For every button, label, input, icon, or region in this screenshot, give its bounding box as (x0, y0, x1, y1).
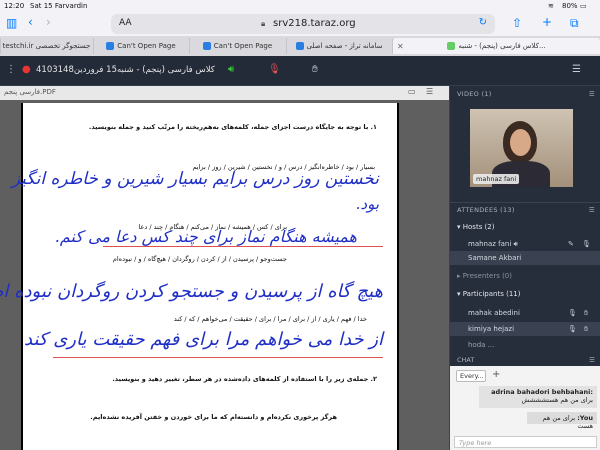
word-list-3: جست‌وجو / پرسیدن / از / کردن / روگردان /… (112, 255, 287, 263)
menu-icon[interactable]: ☰ (426, 87, 433, 96)
minimize-icon[interactable]: ▭ (408, 87, 416, 96)
message-text: برای من هم هستشششش (521, 396, 593, 404)
page-icon (447, 42, 456, 50)
pencil-icon: ✎ (568, 240, 574, 248)
page-icon (106, 42, 115, 50)
mic-icon: 🎙︎ (582, 240, 591, 248)
chat-message: adrina bahadori behbahani: برای من هم هس… (479, 386, 597, 408)
video-feed: mahnaz fani (470, 109, 573, 187)
participant-row[interactable]: mahak abedini 🎙︎ ✋︎ (450, 306, 600, 320)
tabs-overview-icon[interactable]: ⧉ (570, 16, 579, 31)
tab-cant-open-1[interactable]: Can't Open Page (93, 38, 188, 54)
menu-icon[interactable]: ☰ (589, 356, 595, 364)
message-sender: You: (577, 414, 593, 422)
sidebar-icon[interactable]: ▥ (6, 16, 17, 30)
presentation-bar: فارسی پنجم.PDF ▭ ☰ (0, 86, 449, 100)
chat-header: CHAT ☰ (450, 353, 600, 366)
presenters-group[interactable]: ▸ Presenters (0) (450, 270, 600, 283)
attendees-header: ATTENDEES (13) ☰ (457, 206, 595, 214)
speaker-icon: 🔊︎ (513, 240, 518, 248)
chat-message: You: برای من هم هست (527, 412, 597, 430)
wifi-icon: ≋ (548, 2, 554, 10)
close-tab-icon[interactable]: ✕ (397, 42, 404, 51)
mic-muted-icon[interactable]: 🎙︎ (268, 64, 281, 75)
host-row[interactable]: mahnaz fani 🔊︎ ✎ 🎙︎ (450, 237, 600, 251)
text-size-button[interactable]: AA (119, 18, 132, 28)
file-name: فارسی پنجم.PDF (4, 88, 56, 96)
tab-class-active[interactable]: ✕ کلاس فارسی (پنجم) - شنبه... (392, 38, 600, 54)
handwriting-answer-1: نخستین روز درس برایم بسیار شیرین و خاطره… (11, 169, 379, 189)
hosts-group[interactable]: ▾ Hosts (2) (450, 221, 600, 234)
handwriting-answer-3: هیچ گاه از پرسیدن و جستجو کردن روگردان ن… (0, 281, 383, 302)
handwriting-answer-4: از خدا می خواهم مرا برای فهم حقیقت یاری … (24, 329, 383, 350)
meeting-header: ⋮ ● کلاس فارسی (پنجم) - شنبه15 فروردین41… (0, 56, 600, 86)
account-icon[interactable]: ☰ (572, 64, 581, 75)
guide-line (103, 246, 383, 247)
tab-cant-open-2[interactable]: Can't Open Page (189, 38, 285, 54)
video-label: mahnaz fani (473, 174, 520, 184)
page-icon (202, 42, 211, 50)
mic-icon: 🎙︎ (568, 309, 577, 317)
tab-testchi[interactable]: testchi.ir جستجوگر تخصصی (0, 38, 92, 54)
back-icon[interactable]: ‹ (28, 15, 33, 29)
battery-icon: ▭ (580, 2, 587, 10)
sentence-2: هرگز پرخوری نکرده‌ام و دانسته‌ام که ما ب… (90, 413, 337, 421)
chat-tab-everyone[interactable]: Every... (456, 370, 486, 382)
chat-input[interactable]: Type here (454, 436, 597, 448)
new-tab-icon[interactable]: + (542, 15, 552, 29)
menu-icon[interactable]: ⋮ (6, 64, 16, 75)
meeting-title: کلاس فارسی (پنجم) - شنبه15 فروردین410314… (36, 65, 215, 75)
raise-hand-icon[interactable]: ✋︎ (312, 64, 318, 75)
host-row[interactable]: Samane Akbari (450, 251, 600, 265)
handwriting-answer-2: همیشه هنگام نماز برای چند کس دعا می کنم. (54, 227, 357, 246)
url-text: srv218.taraz.org (273, 18, 356, 29)
forward-icon[interactable]: › (46, 15, 51, 29)
right-panel: VIDEO (1) ☰ mahnaz fani ATTENDEES (13) ☰… (449, 86, 600, 450)
guide-line (53, 357, 383, 358)
mic-icon: 🎙︎ (568, 325, 577, 333)
tab-taraz-home[interactable]: سامانه تراز - صفحه اصلی (286, 38, 391, 54)
speaker-icon[interactable]: 🔊︎ (228, 64, 234, 75)
question-1: ۱. با توجه به جایگاه درست اجزای جمله، کل… (88, 123, 377, 131)
lock-icon: 🔒︎ (261, 19, 266, 28)
battery-level: 80% (562, 2, 578, 10)
participants-group[interactable]: ▾ Participants (11) (450, 288, 600, 301)
hand-icon: ✋︎ (584, 325, 588, 333)
handwriting-answer-1b: بود. (355, 195, 379, 213)
video-header: VIDEO (1) ☰ (457, 90, 595, 98)
chat-panel: CHAT ☰ Every... + adrina bahadori behbah… (450, 353, 600, 450)
date: Sat 15 Farvardin (30, 2, 88, 10)
reload-icon[interactable]: ↻ (479, 17, 487, 28)
status-bar: 12:20 Sat 15 Farvardin ≋ 80% ▭ (0, 0, 600, 12)
word-list-4: خدا / فهم / یاری / از / برای / مرا / برا… (173, 315, 367, 323)
share-icon[interactable]: ⇧ (512, 16, 522, 30)
pdf-page: ۱. با توجه به جایگاه درست اجزای جمله، کل… (0, 103, 399, 450)
clock: 12:20 (4, 2, 25, 10)
participant-row[interactable]: hoda ... (450, 338, 600, 350)
participant-row[interactable]: kimiya hejazi 🎙︎ ✋︎ (450, 322, 600, 336)
menu-icon[interactable]: ☰ (589, 206, 595, 214)
add-chat-icon[interactable]: + (492, 369, 500, 380)
hand-icon: ✋︎ (584, 309, 588, 317)
message-sender: adrina bahadori behbahani: (491, 388, 593, 396)
participant-face (510, 129, 531, 156)
browser-toolbar: ▥ ‹ › AA 🔒︎ srv218.taraz.org ↻ ⇧ + ⧉ (0, 12, 600, 36)
menu-icon[interactable]: ☰ (589, 90, 595, 98)
tab-bar: testchi.ir جستجوگر تخصصی Can't Open Page… (0, 36, 600, 56)
record-icon[interactable]: ● (22, 64, 31, 75)
address-bar[interactable]: AA 🔒︎ srv218.taraz.org ↻ (111, 14, 495, 34)
page-icon (295, 42, 304, 50)
question-2: ۲. جمله‌ی زیر را با استفاده از کلمه‌های … (112, 375, 377, 383)
